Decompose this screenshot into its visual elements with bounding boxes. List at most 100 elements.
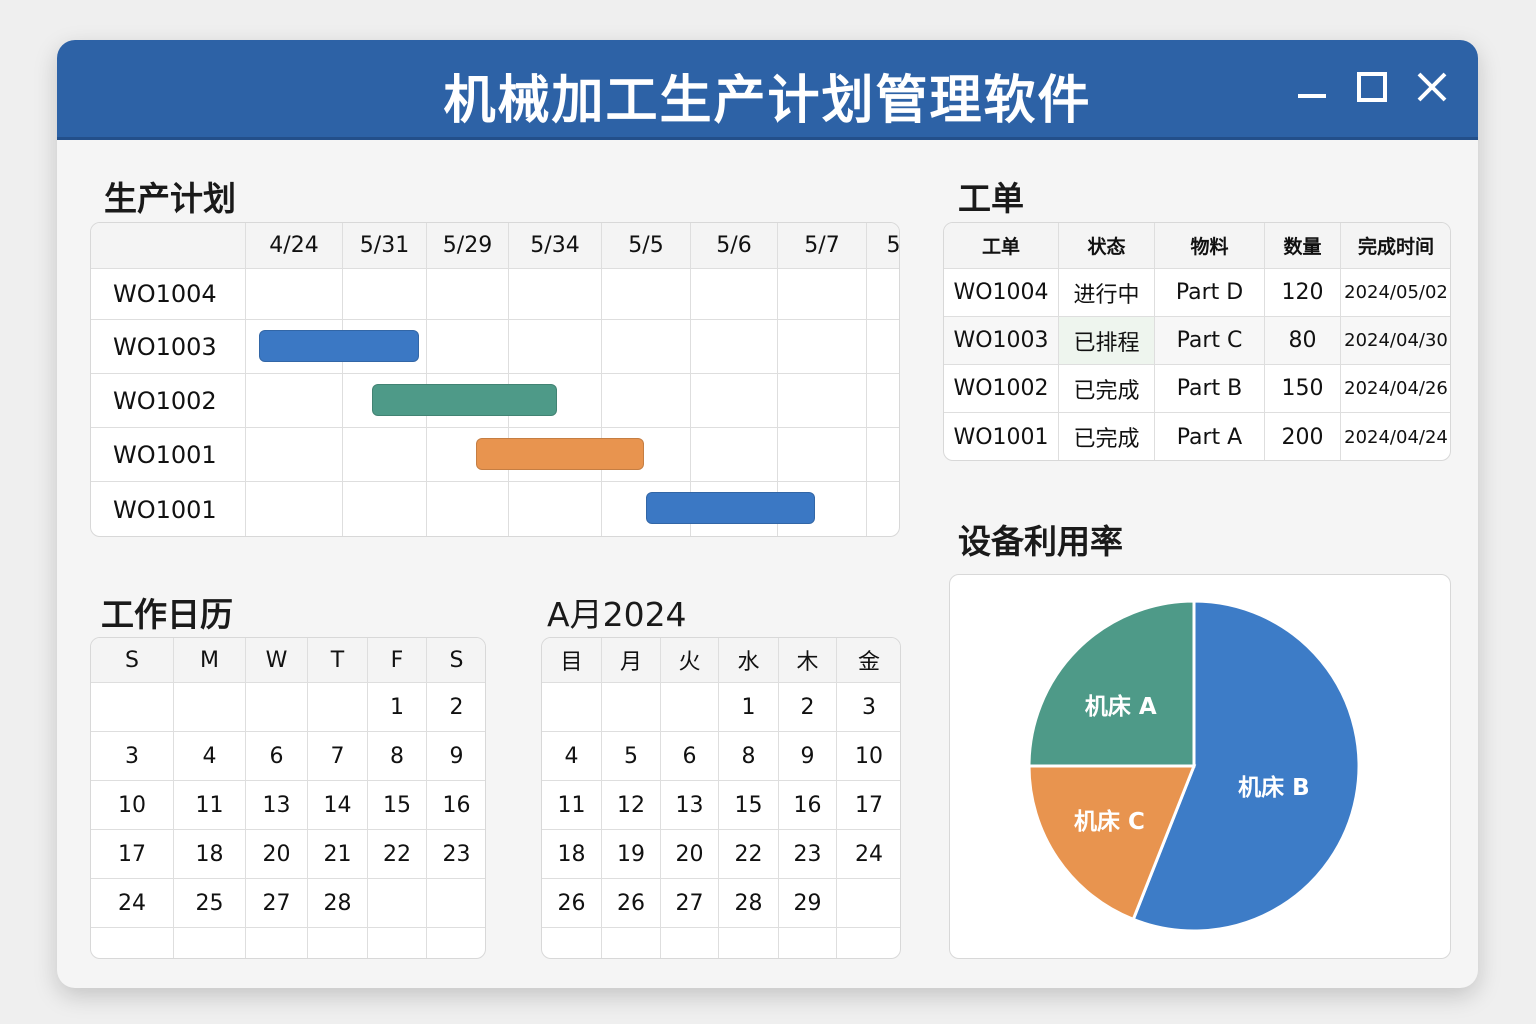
- calendar-day[interactable]: 11: [542, 781, 602, 830]
- calendar-day[interactable]: 2: [779, 683, 837, 732]
- table-cell[interactable]: 已排程: [1059, 317, 1155, 365]
- calendar-day[interactable]: [174, 683, 246, 732]
- table-cell[interactable]: WO1001: [944, 413, 1059, 460]
- gantt-bar[interactable]: [645, 492, 816, 524]
- calendar-day[interactable]: 19: [602, 830, 661, 879]
- gantt-bar[interactable]: [476, 438, 644, 470]
- calendar-day[interactable]: [719, 928, 779, 958]
- calendar-day[interactable]: 12: [602, 781, 661, 830]
- table-cell[interactable]: Part C: [1155, 317, 1265, 365]
- calendar-day[interactable]: 28: [719, 879, 779, 928]
- calendar-day[interactable]: 9: [427, 732, 485, 781]
- calendar-day[interactable]: 16: [779, 781, 837, 830]
- calendar-day[interactable]: 1: [368, 683, 427, 732]
- calendar-day[interactable]: 20: [661, 830, 719, 879]
- calendar-day[interactable]: 13: [246, 781, 308, 830]
- calendar-day[interactable]: 23: [779, 830, 837, 879]
- calendar-day[interactable]: [837, 928, 900, 958]
- calendar-day[interactable]: 15: [368, 781, 427, 830]
- calendar-day[interactable]: [542, 683, 602, 732]
- calendar-day[interactable]: 2: [427, 683, 485, 732]
- calendar-day[interactable]: 8: [719, 732, 779, 781]
- calendar-day[interactable]: 16: [427, 781, 485, 830]
- table-cell[interactable]: 2024/04/24: [1341, 413, 1450, 460]
- calendar-day[interactable]: 18: [542, 830, 602, 879]
- calendar-day[interactable]: 24: [91, 879, 174, 928]
- table-cell[interactable]: WO1003: [944, 317, 1059, 365]
- calendar-day[interactable]: 25: [174, 879, 246, 928]
- calendar-day[interactable]: 22: [719, 830, 779, 879]
- calendar-day[interactable]: 6: [246, 732, 308, 781]
- maximize-icon[interactable]: [1350, 66, 1394, 110]
- calendar-day[interactable]: [661, 683, 719, 732]
- calendar-day[interactable]: [174, 928, 246, 958]
- table-cell[interactable]: 2024/04/30: [1341, 317, 1450, 365]
- calendar-day[interactable]: [837, 879, 900, 928]
- calendar-day[interactable]: 24: [837, 830, 900, 879]
- calendar-day[interactable]: [427, 879, 485, 928]
- calendar-day[interactable]: 6: [661, 732, 719, 781]
- minimize-icon[interactable]: [1290, 66, 1334, 110]
- calendar-day[interactable]: 3: [837, 683, 900, 732]
- calendar-day[interactable]: 4: [542, 732, 602, 781]
- calendar-day[interactable]: [602, 683, 661, 732]
- calendar-day[interactable]: 29: [779, 879, 837, 928]
- calendar-day[interactable]: 11: [174, 781, 246, 830]
- table-cell[interactable]: 2024/05/02: [1341, 269, 1450, 317]
- calendar-day[interactable]: 17: [91, 830, 174, 879]
- calendar-day[interactable]: 17: [837, 781, 900, 830]
- calendar-day[interactable]: 7: [308, 732, 368, 781]
- table-cell[interactable]: 已完成: [1059, 413, 1155, 460]
- calendar-day[interactable]: 4: [174, 732, 246, 781]
- gantt-bar[interactable]: [372, 384, 558, 416]
- close-icon[interactable]: [1410, 66, 1454, 110]
- calendar-day[interactable]: 22: [368, 830, 427, 879]
- table-cell[interactable]: 进行中: [1059, 269, 1155, 317]
- calendar-day[interactable]: 10: [837, 732, 900, 781]
- table-cell[interactable]: 120: [1265, 269, 1341, 317]
- calendar-day[interactable]: 13: [661, 781, 719, 830]
- table-cell[interactable]: WO1002: [944, 365, 1059, 413]
- calendar-day[interactable]: [542, 928, 602, 958]
- calendar-day[interactable]: [91, 928, 174, 958]
- table-cell[interactable]: 80: [1265, 317, 1341, 365]
- calendar-day[interactable]: 20: [246, 830, 308, 879]
- calendar-day[interactable]: [246, 683, 308, 732]
- table-cell[interactable]: Part D: [1155, 269, 1265, 317]
- table-cell[interactable]: 2024/04/26: [1341, 365, 1450, 413]
- calendar-day[interactable]: 1: [719, 683, 779, 732]
- calendar-day[interactable]: 27: [661, 879, 719, 928]
- calendar-day[interactable]: [427, 928, 485, 958]
- calendar-day[interactable]: [368, 879, 427, 928]
- calendar-day[interactable]: 9: [779, 732, 837, 781]
- calendar-day[interactable]: 18: [174, 830, 246, 879]
- calendar-day[interactable]: [602, 928, 661, 958]
- pie-slice[interactable]: [1027, 599, 1196, 768]
- calendar-day[interactable]: [308, 928, 368, 958]
- calendar-day[interactable]: 8: [368, 732, 427, 781]
- calendar-day[interactable]: [368, 928, 427, 958]
- calendar-day[interactable]: 26: [542, 879, 602, 928]
- calendar-day[interactable]: 3: [91, 732, 174, 781]
- calendar-day[interactable]: [308, 683, 368, 732]
- calendar-day[interactable]: 10: [91, 781, 174, 830]
- table-cell[interactable]: 已完成: [1059, 365, 1155, 413]
- gantt-bar[interactable]: [258, 330, 419, 362]
- calendar-day[interactable]: 14: [308, 781, 368, 830]
- calendar-day[interactable]: [91, 683, 174, 732]
- calendar-day[interactable]: 23: [427, 830, 485, 879]
- calendar-day[interactable]: [246, 928, 308, 958]
- table-cell[interactable]: 200: [1265, 413, 1341, 460]
- calendar-day[interactable]: [779, 928, 837, 958]
- calendar-day[interactable]: 26: [602, 879, 661, 928]
- table-cell[interactable]: 150: [1265, 365, 1341, 413]
- calendar-day[interactable]: 5: [602, 732, 661, 781]
- calendar-day[interactable]: 28: [308, 879, 368, 928]
- calendar-day[interactable]: 27: [246, 879, 308, 928]
- calendar-day[interactable]: [661, 928, 719, 958]
- table-cell[interactable]: Part A: [1155, 413, 1265, 460]
- calendar-day[interactable]: 15: [719, 781, 779, 830]
- table-cell[interactable]: Part B: [1155, 365, 1265, 413]
- table-cell[interactable]: WO1004: [944, 269, 1059, 317]
- calendar-day[interactable]: 21: [308, 830, 368, 879]
